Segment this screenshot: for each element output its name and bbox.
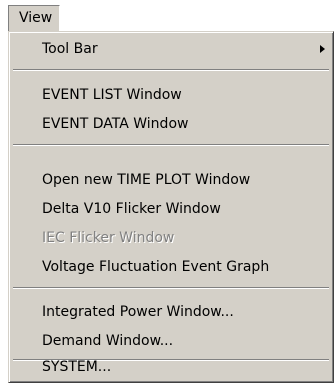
- menu-item-event-data-window[interactable]: EVENT DATA Window: [11, 110, 331, 139]
- menu-separator: [13, 69, 329, 71]
- menu-bar: View: [0, 0, 334, 31]
- menu-separator: [13, 287, 329, 289]
- submenu-arrow-icon: [320, 45, 325, 53]
- menu-item-demand-window[interactable]: Demand Window...: [11, 327, 331, 356]
- menu-item-voltage-fluctuation-event-graph[interactable]: Voltage Fluctuation Event Graph: [11, 253, 331, 282]
- menu-item-delta-v10-flicker-window[interactable]: Delta V10 Flicker Window: [11, 195, 331, 224]
- menu-item-label: EVENT DATA Window: [42, 116, 189, 132]
- menu-item-iec-flicker-window: IEC Flicker Window: [11, 224, 331, 253]
- menu-item-label: Delta V10 Flicker Window: [42, 201, 221, 217]
- menu-item-label: SYSTEM...: [42, 359, 112, 375]
- menu-item-label: Voltage Fluctuation Event Graph: [42, 259, 270, 275]
- view-menu-button[interactable]: View: [8, 5, 60, 31]
- menu-item-event-list-window[interactable]: EVENT LIST Window: [11, 81, 331, 110]
- menu-separator: [13, 144, 329, 146]
- menu-item-label: Tool Bar: [42, 41, 98, 57]
- menu-item-open-time-plot-window[interactable]: Open new TIME PLOT Window: [11, 166, 331, 195]
- menu-item-label: EVENT LIST Window: [42, 87, 182, 103]
- menu-item-system[interactable]: SYSTEM...: [11, 353, 331, 382]
- menu-item-label: Integrated Power Window...: [42, 304, 234, 320]
- view-dropdown-menu: Tool Bar EVENT LIST Window EVENT DATA Wi…: [8, 31, 334, 383]
- menu-item-label: Open new TIME PLOT Window: [42, 172, 251, 188]
- menu-item-integrated-power-window[interactable]: Integrated Power Window...: [11, 298, 331, 327]
- menu-item-tool-bar[interactable]: Tool Bar: [11, 35, 331, 64]
- menu-item-label: IEC Flicker Window: [42, 230, 175, 246]
- menu-item-label: Demand Window...: [42, 333, 174, 349]
